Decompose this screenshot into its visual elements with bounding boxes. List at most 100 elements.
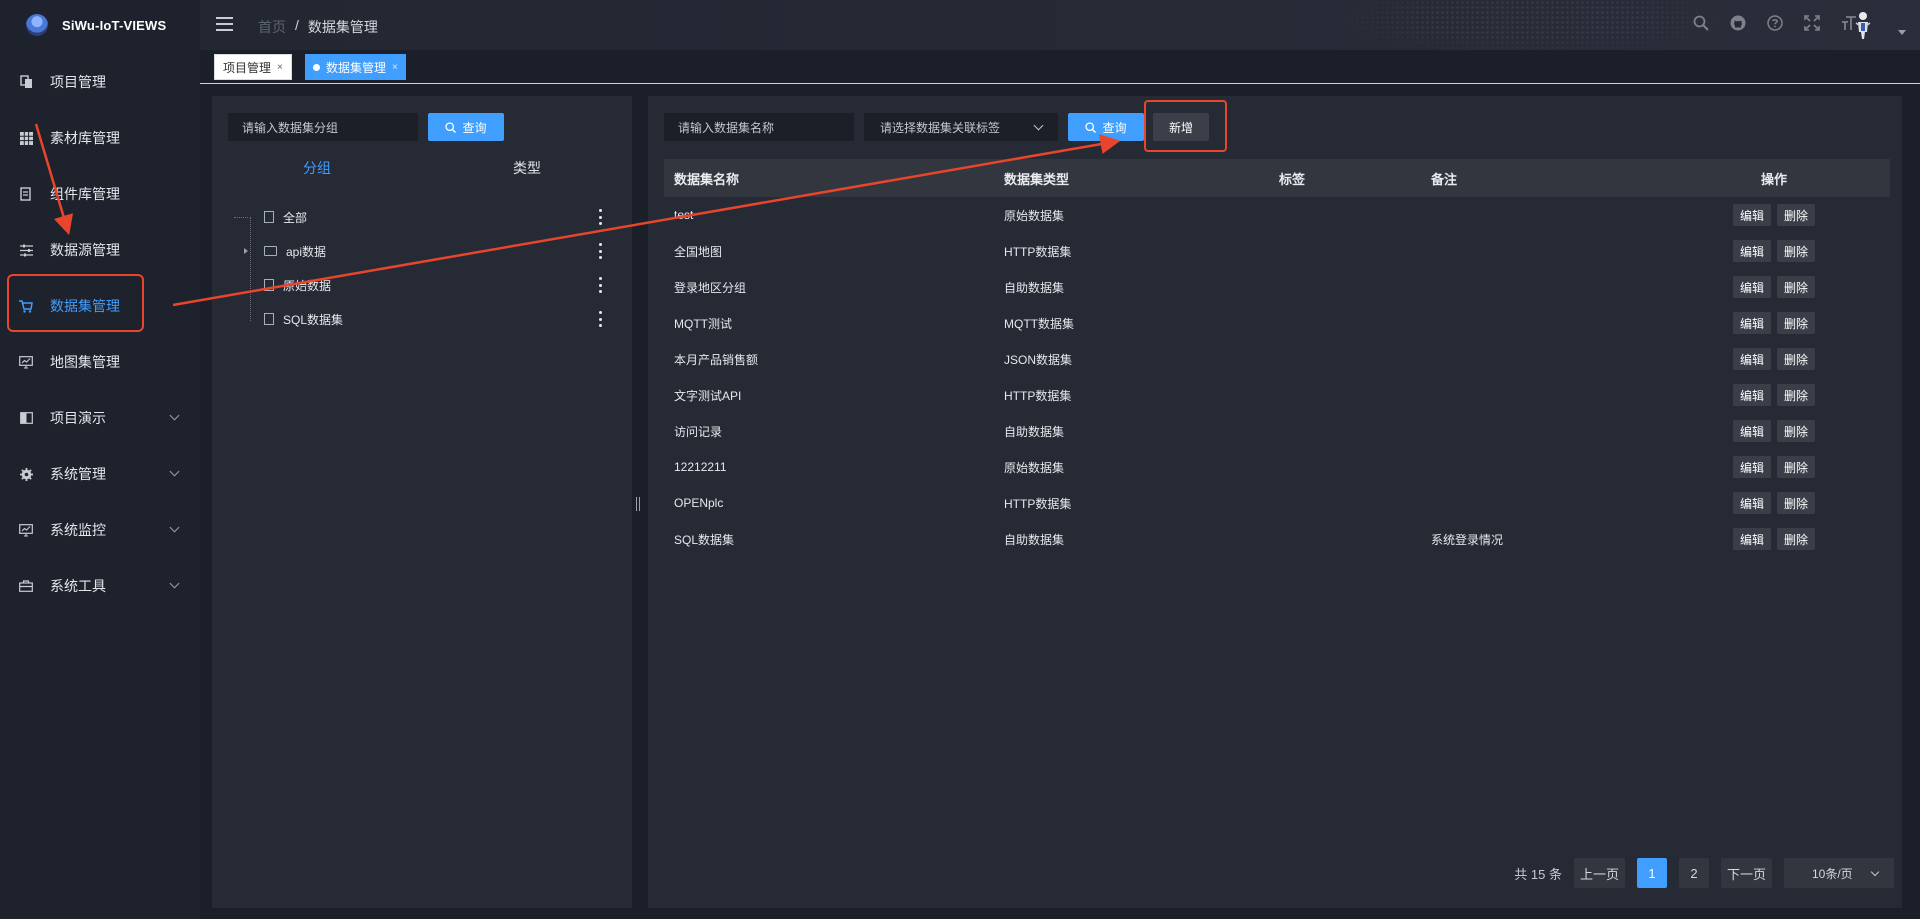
tag-label: 数据集管理 xyxy=(326,60,387,75)
page-button[interactable]: 1 xyxy=(1636,858,1667,888)
cell-actions: 编辑 删除 xyxy=(1681,420,1890,442)
cell-actions: 编辑 删除 xyxy=(1681,528,1890,550)
cell-actions: 编辑 删除 xyxy=(1681,384,1890,406)
sidebar-item-project[interactable]: 项目管理 xyxy=(0,54,200,110)
sidebar-item-datasource[interactable]: 数据源管理 xyxy=(0,222,200,278)
chevron-down-icon[interactable] xyxy=(169,578,180,589)
tree-node-api[interactable]: api数据 xyxy=(228,234,618,268)
edit-button[interactable]: 编辑 xyxy=(1733,492,1772,514)
fullscreen-icon[interactable] xyxy=(1803,14,1821,32)
delete-button[interactable]: 删除 xyxy=(1777,348,1816,370)
page-size-select[interactable]: 10条/页 xyxy=(1784,858,1894,888)
group-search-button[interactable]: 查询 xyxy=(428,113,504,141)
annotation-highlight-add xyxy=(1144,100,1227,152)
sidebar-item-label: 系统管理 xyxy=(50,466,106,482)
sidebar-item-maps[interactable]: 地图集管理 xyxy=(0,334,200,390)
cell-actions: 编辑 删除 xyxy=(1681,492,1890,514)
dataset-search-button[interactable]: 查询 xyxy=(1068,113,1144,141)
tab-group[interactable]: 分组 xyxy=(212,158,422,182)
tree-node-raw[interactable]: 原始数据 xyxy=(228,268,618,302)
sidebar-item-label: 地图集管理 xyxy=(50,354,120,370)
edit-button[interactable]: 编辑 xyxy=(1733,312,1772,334)
menu-toggle-icon[interactable] xyxy=(216,17,233,31)
avatar-caret-icon[interactable] xyxy=(1898,30,1906,35)
tag-label: 项目管理 xyxy=(223,60,272,75)
github-icon[interactable] xyxy=(1729,14,1747,32)
column-header: 数据集类型 xyxy=(1004,171,1070,187)
edit-button[interactable]: 编辑 xyxy=(1733,456,1772,478)
cell-name: 访问记录 xyxy=(674,424,723,439)
prev-page-button[interactable]: 上一页 xyxy=(1573,858,1625,888)
tree-node-all[interactable]: 全部 xyxy=(228,200,618,234)
breadcrumb-home[interactable]: 首页 xyxy=(258,17,286,37)
delete-button[interactable]: 删除 xyxy=(1777,456,1816,478)
search-icon[interactable] xyxy=(1692,14,1710,32)
tree-node-label: 原始数据 xyxy=(283,278,332,293)
delete-button[interactable]: 删除 xyxy=(1777,312,1816,334)
tag-project[interactable]: 项目管理 × xyxy=(214,54,292,80)
copy-icon xyxy=(19,75,33,89)
sidebar-menu: 项目管理 素材库管理 组件库管理 数据源管理 数据集管理 地图集管理 项目演示 xyxy=(0,54,200,614)
sidebar-item-components[interactable]: 组件库管理 xyxy=(0,166,200,222)
cell-type: 自助数据集 xyxy=(1004,424,1065,439)
table-header: 数据集名称 数据集类型 标签 备注 操作 xyxy=(664,159,1890,197)
chevron-down-icon[interactable] xyxy=(169,522,180,533)
cell-type: JSON数据集 xyxy=(1004,352,1073,367)
panel-resize-handle[interactable] xyxy=(632,484,644,524)
next-page-button[interactable]: 下一页 xyxy=(1720,858,1772,888)
dataset-tag-select[interactable]: 请选择数据集关联标签 xyxy=(864,113,1058,141)
close-icon[interactable]: × xyxy=(392,62,398,73)
tree-node-sql[interactable]: SQL数据集 xyxy=(228,302,618,336)
chevron-down-icon[interactable] xyxy=(169,466,180,477)
sidebar-item-demo[interactable]: 项目演示 xyxy=(0,390,200,446)
cell-type: HTTP数据集 xyxy=(1004,388,1072,403)
expand-caret-icon[interactable] xyxy=(244,248,248,254)
logo-icon xyxy=(26,14,48,36)
app-logo[interactable]: SiWu-IoT-VIEWS xyxy=(0,0,200,50)
edit-button[interactable]: 编辑 xyxy=(1733,384,1772,406)
cell-actions: 编辑 删除 xyxy=(1681,276,1890,298)
more-vertical-icon[interactable] xyxy=(598,277,602,293)
cell-type: HTTP数据集 xyxy=(1004,496,1072,511)
close-icon[interactable]: × xyxy=(277,62,283,73)
sidebar-item-assets[interactable]: 素材库管理 xyxy=(0,110,200,166)
more-vertical-icon[interactable] xyxy=(598,243,602,259)
search-icon xyxy=(1085,121,1097,133)
sidebar-item-monitor[interactable]: 系统监控 xyxy=(0,502,200,558)
edit-button[interactable]: 编辑 xyxy=(1733,420,1772,442)
edit-button[interactable]: 编辑 xyxy=(1733,528,1772,550)
more-vertical-icon[interactable] xyxy=(598,209,602,225)
breadcrumb-separator: / xyxy=(295,17,299,33)
page-button[interactable]: 2 xyxy=(1678,858,1709,888)
tab-type[interactable]: 类型 xyxy=(422,158,632,182)
group-tree: 全部 api数据 原始数据 SQL数据集 xyxy=(228,200,618,336)
delete-button[interactable]: 删除 xyxy=(1777,420,1816,442)
cell-type: 自助数据集 xyxy=(1004,280,1065,295)
cell-type: 自助数据集 xyxy=(1004,532,1065,547)
sidebar-item-system[interactable]: 系统管理 xyxy=(0,446,200,502)
delete-button[interactable]: 删除 xyxy=(1777,276,1816,298)
column-header: 数据集名称 xyxy=(674,171,740,187)
tags-view-bar: 项目管理 × 数据集管理 × xyxy=(200,50,1920,84)
group-search-input[interactable]: 请输入数据集分组 xyxy=(228,113,418,141)
column-header: 标签 xyxy=(1279,171,1306,187)
edit-button[interactable]: 编辑 xyxy=(1733,348,1772,370)
delete-button[interactable]: 删除 xyxy=(1777,204,1816,226)
delete-button[interactable]: 删除 xyxy=(1777,240,1816,262)
cell-actions: 编辑 删除 xyxy=(1681,312,1890,334)
help-icon[interactable] xyxy=(1766,14,1784,32)
user-avatar[interactable] xyxy=(1852,10,1874,40)
delete-button[interactable]: 删除 xyxy=(1777,528,1816,550)
group-tabs: 分组 类型 xyxy=(212,158,632,182)
dataset-name-input[interactable]: 请输入数据集名称 xyxy=(664,113,854,141)
tag-dataset[interactable]: 数据集管理 × xyxy=(305,54,406,80)
delete-button[interactable]: 删除 xyxy=(1777,384,1816,406)
more-vertical-icon[interactable] xyxy=(598,311,602,327)
book-icon xyxy=(19,411,33,425)
chevron-down-icon[interactable] xyxy=(169,410,180,421)
delete-button[interactable]: 删除 xyxy=(1777,492,1816,514)
edit-button[interactable]: 编辑 xyxy=(1733,240,1772,262)
sidebar-item-tools[interactable]: 系统工具 xyxy=(0,558,200,614)
edit-button[interactable]: 编辑 xyxy=(1733,204,1772,226)
edit-button[interactable]: 编辑 xyxy=(1733,276,1772,298)
